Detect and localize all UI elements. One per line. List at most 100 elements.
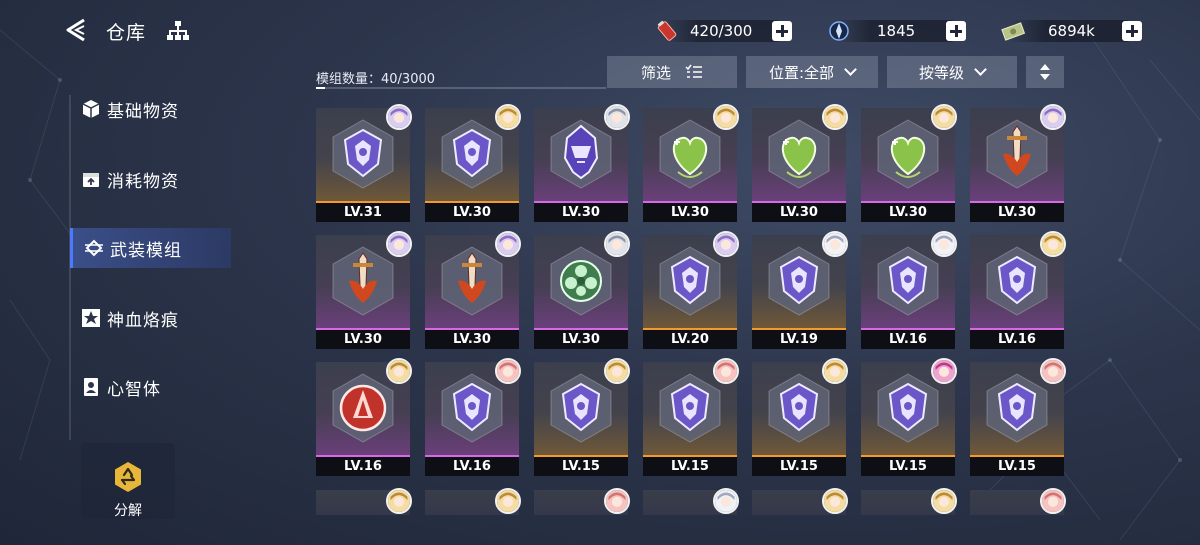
module-card[interactable] <box>643 488 739 515</box>
module-card[interactable]: LV.30 <box>861 104 957 222</box>
purple-shield-emblem-icon <box>767 245 831 317</box>
module-card[interactable]: LV.30 <box>534 104 630 222</box>
sidebar-item-label: 消耗物资 <box>107 171 179 192</box>
money-icon <box>1001 22 1026 41</box>
purple-shield-emblem-icon <box>876 372 940 444</box>
module-card[interactable]: LV.30 <box>425 104 521 222</box>
module-level-label: LV.16 <box>970 330 1064 349</box>
module-card[interactable] <box>970 488 1066 515</box>
add-stamina-button[interactable] <box>772 21 792 41</box>
sidebar-item-label: 武装模组 <box>110 240 182 261</box>
sidebar-item-label: 心智体 <box>107 379 161 400</box>
sort-dropdown[interactable]: 按等级 <box>887 56 1017 88</box>
module-card[interactable]: LV.16 <box>970 231 1066 349</box>
red-sword-emblem-icon <box>331 245 395 317</box>
module-card[interactable] <box>861 488 957 515</box>
location-dropdown[interactable]: 位置:全部 <box>746 56 878 88</box>
sidebar-item-basic-supplies[interactable]: 基础物资 <box>70 89 228 129</box>
sidebar-item-divine-blood-marks[interactable]: 神血烙痕 <box>70 298 228 338</box>
equipped-character-avatar <box>822 488 848 514</box>
filter-button[interactable]: 筛选 <box>607 56 737 88</box>
sidebar-item-label: 神血烙痕 <box>107 310 179 331</box>
weapon-module-icon <box>85 239 103 257</box>
module-card[interactable]: LV.15 <box>534 358 630 476</box>
sidebar-item-mind-body[interactable]: 心智体 <box>70 367 228 407</box>
module-card[interactable]: LV.15 <box>861 358 957 476</box>
green-heart-emblem-icon <box>658 118 722 190</box>
equipped-character-avatar <box>931 231 957 257</box>
module-card[interactable]: LV.16 <box>316 358 412 476</box>
module-card[interactable]: LV.19 <box>752 231 848 349</box>
filter-list-icon <box>685 64 702 78</box>
equipped-character-avatar <box>386 488 412 514</box>
module-card[interactable] <box>752 488 848 515</box>
equipped-character-avatar <box>604 488 630 514</box>
module-card[interactable]: LV.31 <box>316 104 412 222</box>
sort-order-button[interactable] <box>1026 56 1064 88</box>
money-value: 6894k <box>1048 22 1095 40</box>
module-level-label: LV.15 <box>534 457 628 476</box>
equipped-character-avatar <box>931 488 957 514</box>
module-level-label: LV.16 <box>861 330 955 349</box>
module-card[interactable]: LV.15 <box>970 358 1066 476</box>
module-level-label: LV.15 <box>752 457 846 476</box>
red-flame-emblem-icon <box>331 372 395 444</box>
back-arrow-icon[interactable] <box>62 16 90 44</box>
equipped-character-avatar <box>1040 231 1066 257</box>
sidebar-item-consumables[interactable]: 消耗物资 <box>70 159 228 199</box>
profile-card-icon <box>84 378 98 396</box>
decompose-button[interactable]: 分解 <box>81 443 175 519</box>
crystal-value: 1845 <box>877 22 916 40</box>
add-crystal-button[interactable] <box>946 21 966 41</box>
module-card[interactable]: LV.16 <box>425 358 521 476</box>
sort-label: 按等级 <box>918 63 964 82</box>
module-card[interactable]: LV.20 <box>643 231 739 349</box>
module-card[interactable]: LV.15 <box>643 358 739 476</box>
equipped-character-avatar <box>931 104 957 130</box>
equipped-character-avatar <box>604 104 630 130</box>
purple-shield-emblem-icon <box>985 372 1049 444</box>
equipped-character-avatar <box>386 231 412 257</box>
module-card[interactable]: LV.30 <box>970 104 1066 222</box>
module-card[interactable]: LV.30 <box>643 104 739 222</box>
stamina-battery-icon <box>657 20 677 41</box>
module-card[interactable]: LV.30 <box>425 231 521 349</box>
module-card[interactable] <box>425 488 521 515</box>
module-level-label: LV.30 <box>752 203 846 222</box>
purple-shield-emblem-icon <box>767 372 831 444</box>
equipped-character-avatar <box>713 104 739 130</box>
module-card[interactable]: LV.30 <box>316 231 412 349</box>
hierarchy-icon[interactable] <box>166 20 190 42</box>
module-level-label: LV.30 <box>425 203 519 222</box>
module-level-label: LV.30 <box>643 203 737 222</box>
module-card[interactable]: LV.30 <box>752 104 848 222</box>
equipped-character-avatar <box>604 358 630 384</box>
equipped-character-avatar <box>822 104 848 130</box>
green-heart-emblem-icon <box>876 118 940 190</box>
stamina-value: 420/300 <box>690 22 753 40</box>
module-card[interactable] <box>316 488 412 515</box>
add-money-button[interactable] <box>1122 21 1142 41</box>
equipped-character-avatar <box>495 358 521 384</box>
module-card[interactable] <box>534 488 630 515</box>
module-level-label: LV.19 <box>752 330 846 349</box>
sidebar-item-label: 基础物资 <box>107 101 179 122</box>
equipped-character-avatar <box>495 488 521 514</box>
sort-order-icon <box>1040 64 1050 80</box>
module-card[interactable]: LV.15 <box>752 358 848 476</box>
equipped-character-avatar <box>822 231 848 257</box>
module-card[interactable]: LV.16 <box>861 231 957 349</box>
purple-helm-emblem-icon <box>549 118 613 190</box>
red-sword-emblem-icon <box>985 118 1049 190</box>
module-level-label: LV.15 <box>861 457 955 476</box>
module-level-label: LV.20 <box>643 330 737 349</box>
sidebar-item-weapon-modules[interactable]: 武装模组 <box>70 228 231 268</box>
purple-shield-emblem-icon <box>658 245 722 317</box>
module-count: 模组数量：40/3000 <box>316 72 436 87</box>
chevron-down-icon <box>844 63 857 76</box>
stamina-resource: 420/300 <box>654 18 792 44</box>
module-card[interactable]: LV.30 <box>534 231 630 349</box>
equipped-character-avatar <box>386 358 412 384</box>
module-level-label: LV.15 <box>643 457 737 476</box>
module-level-label: LV.30 <box>534 203 628 222</box>
